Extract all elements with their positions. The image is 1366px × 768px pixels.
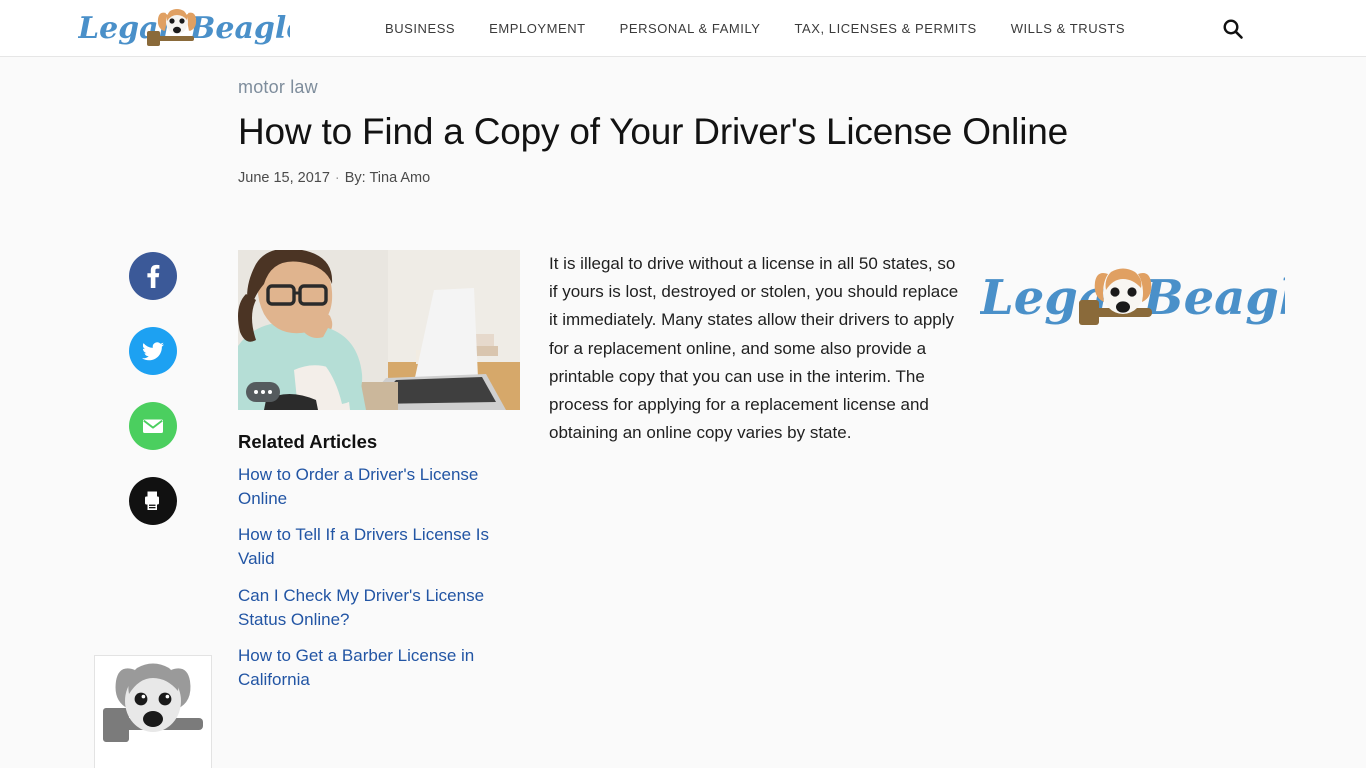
related-link-check-status-online[interactable]: Can I Check My Driver's License Status O… (238, 584, 513, 632)
site-header: Legal Beagle BUSINESS (0, 0, 1366, 57)
social-share-rail (129, 252, 177, 525)
nav-item-tax-licenses-permits[interactable]: TAX, LICENSES & PERMITS (795, 21, 977, 36)
article-left-column: Related Articles How to Order a Driver's… (238, 250, 520, 704)
byline-separator: · (334, 169, 340, 186)
image-credit-badge[interactable] (246, 382, 280, 402)
twitter-icon (142, 342, 164, 361)
related-link-tell-if-valid[interactable]: How to Tell If a Drivers License Is Vali… (238, 523, 513, 571)
beagle-gavel-placeholder-icon (95, 656, 211, 768)
article-hero-image (238, 250, 520, 410)
facebook-icon (147, 264, 160, 288)
site-logo[interactable]: Legal Beagle (78, 5, 290, 53)
beagle-gavel-logo-icon: Legal Beagle (78, 9, 290, 46)
share-email-button[interactable] (129, 402, 177, 450)
list-item: Can I Check My Driver's License Status O… (238, 584, 520, 632)
share-twitter-button[interactable] (129, 327, 177, 375)
share-facebook-button[interactable] (129, 252, 177, 300)
article-lede-paragraph: It is illegal to drive without a license… (549, 254, 959, 443)
hero-photo (238, 250, 520, 410)
related-link-barber-license-california[interactable]: How to Get a Barber License in Californi… (238, 644, 513, 692)
article-header: motor law How to Find a Copy of Your Dri… (238, 57, 1238, 186)
page-body: motor law How to Find a Copy of Your Dri… (0, 57, 1366, 768)
sidebar-brand-logo: Legal Beagle (980, 260, 1285, 338)
author-name: By: Tina Amo (344, 169, 431, 186)
search-button[interactable] (1218, 14, 1248, 44)
related-link-order-license-online[interactable]: How to Order a Driver's License Online (238, 463, 513, 511)
nav-item-employment[interactable]: EMPLOYMENT (489, 21, 586, 36)
share-print-button[interactable] (129, 477, 177, 525)
nav-item-wills-trusts[interactable]: WILLS & TRUSTS (1011, 21, 1125, 36)
article-category-link[interactable]: motor law (238, 77, 318, 98)
ellipsis-dot (261, 390, 265, 394)
primary-navigation: BUSINESS EMPLOYMENT PERSONAL & FAMILY TA… (385, 0, 1125, 57)
ellipsis-dot (254, 390, 258, 394)
related-articles-list: How to Order a Driver's License Online H… (238, 463, 520, 692)
svg-text:Beagle: Beagle (189, 11, 290, 46)
nav-item-business[interactable]: BUSINESS (385, 21, 455, 36)
sticky-related-card[interactable]: RELATED How to Order a (94, 655, 212, 768)
beagle-gavel-logo-icon: Legal Beagle (980, 268, 1285, 326)
printer-icon (145, 491, 159, 510)
sticky-card-thumbnail (95, 656, 211, 768)
envelope-icon (143, 419, 163, 433)
nav-item-personal-family[interactable]: PERSONAL & FAMILY (620, 21, 761, 36)
svg-text:Beagle: Beagle (1141, 270, 1285, 326)
publish-date: June 15, 2017 (238, 169, 330, 186)
list-item: How to Order a Driver's License Online (238, 463, 520, 511)
page-title: How to Find a Copy of Your Driver's Lice… (238, 111, 1068, 152)
article-right-column: It is illegal to drive without a license… (549, 250, 969, 448)
list-item: How to Get a Barber License in Californi… (238, 644, 520, 692)
byline: June 15, 2017 · By: Tina Amo (238, 170, 1238, 186)
list-item: How to Tell If a Drivers License Is Vali… (238, 523, 520, 571)
search-icon (1223, 19, 1243, 39)
related-articles-heading: Related Articles (238, 431, 378, 452)
ellipsis-dot (268, 390, 272, 394)
